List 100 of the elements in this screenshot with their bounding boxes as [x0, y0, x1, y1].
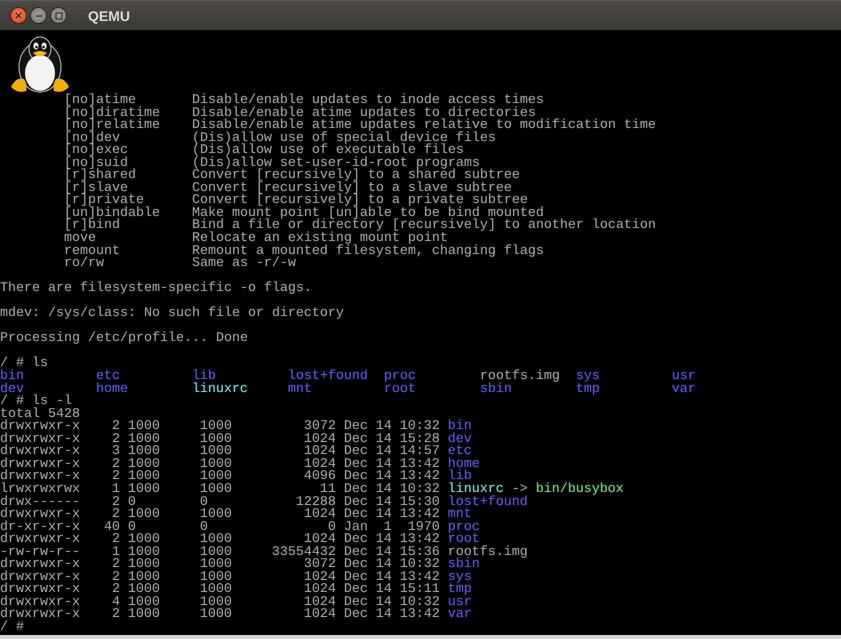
owner: 1000: [128, 484, 161, 496]
window-title: QEMU: [88, 8, 130, 24]
total-line: total 5428: [0, 408, 81, 422]
permissions: drwxrwxr-x: [0, 458, 80, 472]
file-name: sys: [576, 371, 601, 384]
month: Dec: [344, 509, 368, 522]
file-name: etc: [96, 371, 120, 384]
file-name: linuxrc: [192, 384, 249, 396]
file-name: lost+found: [288, 371, 369, 384]
maximize-button[interactable]: [50, 7, 67, 24]
option-name: [no]diratime: [64, 108, 161, 120]
file-name: etc: [448, 446, 472, 459]
group: 1000: [200, 546, 264, 560]
option-name: [r]private: [64, 195, 144, 208]
day: 14: [376, 559, 392, 572]
month: Dec: [344, 471, 368, 484]
owner: 1000: [128, 509, 161, 522]
permissions: drwx------: [0, 496, 80, 510]
file-name: usr: [448, 596, 472, 610]
time: 13:42: [400, 572, 440, 584]
file-name: bin: [0, 371, 25, 384]
permissions: drwxrwxr-x: [0, 572, 80, 584]
owner: 1000: [128, 609, 161, 622]
day: 14: [376, 584, 392, 597]
file-size: 1024: [302, 446, 336, 459]
day: 14: [376, 496, 392, 510]
file-name: home: [96, 384, 129, 396]
shell-prompt: / #: [0, 622, 25, 635]
link-count: 2: [110, 496, 120, 510]
option-name: [r]slave: [64, 182, 128, 196]
file-size: 1024: [302, 434, 336, 446]
option-name: [no]atime: [64, 95, 136, 108]
close-button[interactable]: [10, 7, 27, 24]
link-count: 3: [110, 446, 120, 459]
group: 1000: [200, 446, 264, 459]
permissions: drwxrwxr-x: [0, 596, 80, 610]
month: Dec: [344, 584, 368, 597]
owner: 1000: [128, 572, 161, 584]
link-target: bin/busybox: [536, 484, 624, 496]
group: 1000: [200, 584, 264, 597]
console-message: Processing /etc/profile... Done: [0, 333, 249, 346]
permissions: -rw-rw-r--: [0, 546, 80, 560]
option-description: (Dis)allow use of executable files: [192, 145, 464, 158]
time: 15:11: [400, 584, 440, 597]
file-size: 1024: [302, 609, 336, 622]
maximize-icon: [54, 12, 62, 20]
minimize-button[interactable]: [30, 7, 47, 24]
owner: 1000: [128, 534, 161, 547]
group: 1000: [200, 596, 264, 610]
file-name: linuxrc: [448, 484, 504, 496]
shell-command: / # ls -l: [0, 396, 72, 409]
link-count: 2: [110, 572, 120, 584]
time: 13:42: [400, 458, 440, 472]
option-description: Disable/enable updates to inode access times: [192, 95, 544, 108]
link-count: 2: [110, 471, 120, 484]
option-name: move: [64, 233, 96, 246]
link-count: 2: [110, 434, 120, 446]
link-count: 4: [110, 596, 120, 610]
option-name: [r]bind: [64, 220, 120, 234]
day: 14: [376, 484, 392, 496]
file-name: root: [448, 534, 480, 547]
file-name: sbin: [448, 559, 480, 572]
file-size: 1024: [302, 584, 336, 597]
file-size: 11: [320, 484, 336, 496]
group: 1000: [200, 421, 264, 434]
file-name: dev: [0, 384, 25, 396]
day: 14: [376, 596, 392, 610]
time: 14:57: [400, 446, 440, 459]
file-size: 1024: [302, 458, 336, 472]
option-name: [r]shared: [64, 170, 137, 183]
option-name: [no]relatime: [64, 120, 161, 133]
month: Dec: [344, 434, 368, 446]
day: 14: [376, 609, 392, 622]
time: 15:30: [400, 496, 440, 510]
time: 13:42: [400, 534, 440, 547]
link-count: 2: [110, 458, 120, 472]
file-name: tmp: [576, 384, 601, 396]
option-description: Relocate an existing mount point: [192, 233, 448, 246]
owner: 1000: [128, 446, 161, 459]
day: 14: [376, 421, 392, 434]
file-name: dev: [448, 434, 472, 446]
owner: 1000: [128, 471, 161, 484]
permissions: drwxrwxr-x: [0, 534, 80, 547]
option-name: [no]exec: [64, 145, 129, 158]
month: Dec: [344, 421, 368, 434]
day: 14: [376, 534, 392, 547]
file-size: 1024: [304, 534, 336, 547]
day: 14: [376, 572, 392, 584]
time: 10:32: [400, 484, 440, 496]
day: 14: [376, 471, 392, 484]
file-name: lost+found: [448, 496, 528, 510]
month: Jan: [344, 522, 368, 534]
link-count: 2: [110, 421, 120, 434]
month: Dec: [344, 609, 368, 622]
month: Dec: [344, 496, 368, 510]
day: 14: [376, 546, 392, 560]
day: 14: [376, 458, 392, 472]
file-size: 3072: [302, 559, 336, 572]
file-size: 1024: [302, 509, 336, 522]
file-name: root: [384, 384, 417, 396]
